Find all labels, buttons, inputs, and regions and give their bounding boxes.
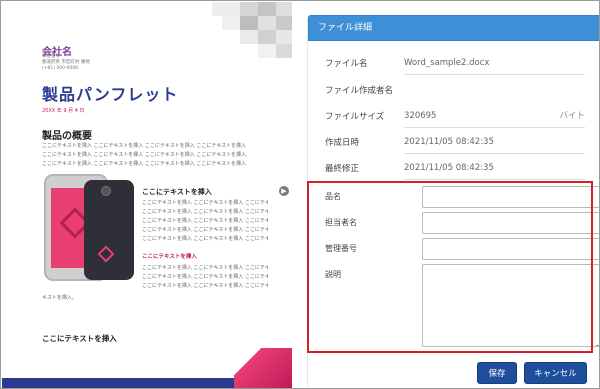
side-text-block-2: ここにテキストを挿入 ここにテキストを挿入 ここにテキストを ここにテキストを挿… xyxy=(142,264,268,291)
body-text-line: ここにテキストを挿入 ここにテキストを挿入 ここにテキストを挿入 ここにテキスト… xyxy=(42,143,247,149)
side-text-line: ここにテキストを挿入 ここにテキストを挿入 ここにテキストを xyxy=(142,218,268,224)
address-line-3: (+81) 000-0000 xyxy=(42,66,79,71)
info-label: ファイル作成者名 xyxy=(325,86,394,96)
window-frame: 会社名 郵便番号 都道府県 市区町村 番地 (+81) 000-0000 製品パ… xyxy=(0,0,600,389)
highlight-box xyxy=(307,181,593,353)
info-row-author: ファイル作成者名 xyxy=(325,78,585,104)
info-row-modified: 最終修正 2021/11/05 08:42:35 xyxy=(325,156,585,182)
side-text-line: ここにテキストを挿入 ここにテキストを挿入 ここにテキストを xyxy=(142,209,268,215)
next-page-arrow-icon[interactable]: ▶ xyxy=(279,186,289,196)
save-button[interactable]: 保存 xyxy=(477,362,517,384)
info-value: 320695 xyxy=(404,111,437,121)
cancel-button[interactable]: キャンセル xyxy=(524,362,587,384)
body-text-line: ここにテキストを挿入 ここにテキストを挿入 ここにテキストを挿入 ここにテキスト… xyxy=(42,152,247,158)
info-value: 2021/11/05 08:42:35 xyxy=(404,137,494,147)
tail-text: キストを挿入。 xyxy=(42,295,77,301)
info-row-filesize: ファイルサイズ 320695 バイト xyxy=(325,104,585,130)
panel-header: ファイル詳細 xyxy=(308,15,599,41)
body-text-line: ここにテキストを挿入 ここにテキストを挿入 ここにテキストを挿入 ここにテキスト… xyxy=(42,161,247,167)
side-text-line: ここにテキストを挿入 ここにテキストを挿入 ここにテキストを xyxy=(142,265,268,271)
info-row-created: 作成日時 2021/11/05 08:42:35 xyxy=(325,130,585,156)
info-label: ファイル名 xyxy=(325,59,368,69)
bottom-heading: ここにテキストを挿入 xyxy=(42,334,117,343)
info-value: Word_sample2.docx xyxy=(404,58,490,68)
decorative-grid-pattern xyxy=(212,2,292,58)
footer-decoration xyxy=(234,348,292,388)
side-text-line: ここにテキストを挿入 ここにテキストを挿入 ここにテキストを xyxy=(142,200,268,206)
info-label: 作成日時 xyxy=(325,138,360,148)
document-preview: 会社名 郵便番号 都道府県 市区町村 番地 (+81) 000-0000 製品パ… xyxy=(2,2,292,388)
info-label: ファイルサイズ xyxy=(325,112,385,122)
info-label: 最終修正 xyxy=(325,164,360,174)
side-text-line: ここにテキストを挿入 ここにテキストを挿入 ここにテキストを xyxy=(142,283,268,289)
phone-illustration-back xyxy=(84,180,134,280)
body-text-block: ここにテキストを挿入 ここにテキストを挿入 ここにテキストを挿入 ここにテキスト… xyxy=(42,142,268,169)
section-title: 製品の概要 xyxy=(42,131,92,142)
document-date: 20XX 年 9 月 4 日 xyxy=(42,108,85,114)
side-text-block: ここにテキストを挿入 ここにテキストを挿入 ここにテキストを ここにテキストを挿… xyxy=(142,199,268,244)
document-title: 製品パンフレット xyxy=(42,85,179,104)
product-subtitle: ここにテキストを挿入 xyxy=(142,188,212,196)
side-text-line: ここにテキストを挿入 ここにテキストを挿入 ここにテキストを xyxy=(142,274,268,280)
camera-icon xyxy=(101,186,111,196)
info-row-filename: ファイル名 Word_sample2.docx xyxy=(325,51,585,77)
resize-grip-icon[interactable] xyxy=(596,341,599,346)
info-unit: バイト xyxy=(559,111,585,121)
side-text-line: ここにテキストを挿入 ここにテキストを挿入 ここにテキストを xyxy=(142,236,268,242)
diamond-icon xyxy=(97,245,115,263)
pink-subheading: ここにテキストを挿入 xyxy=(142,254,197,260)
side-text-line: ここにテキストを挿入 ここにテキストを挿入 ここにテキストを xyxy=(142,227,268,233)
info-value: 2021/11/05 08:42:35 xyxy=(404,163,494,173)
